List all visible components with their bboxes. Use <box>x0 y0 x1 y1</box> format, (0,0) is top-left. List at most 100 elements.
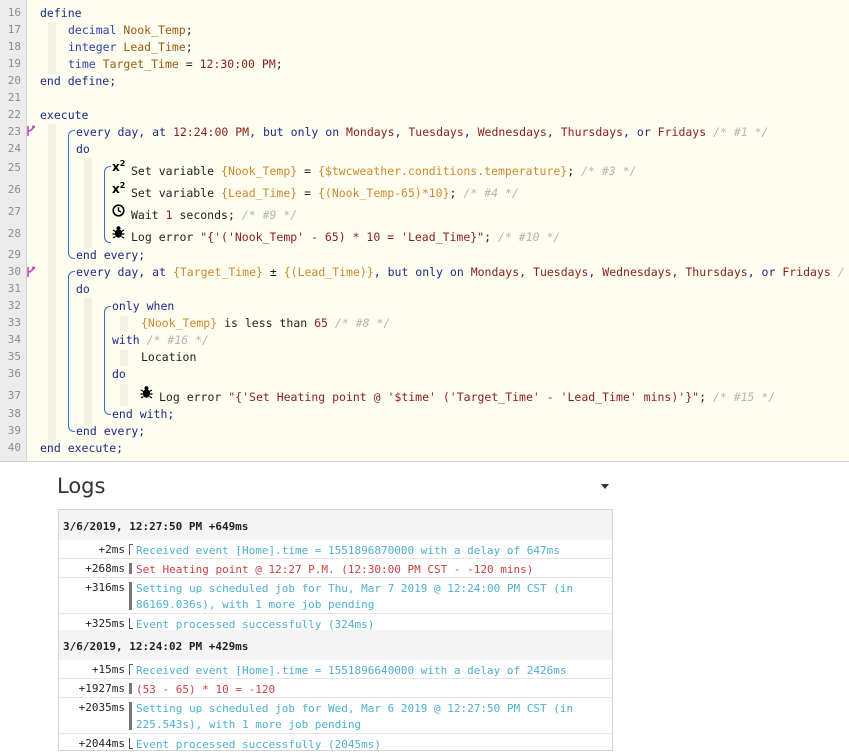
code-line[interactable]: only when <box>112 299 174 313</box>
code-line[interactable]: every day, at 12:24:00 PM, but only on M… <box>76 125 768 139</box>
log-delta: +316ms <box>85 581 125 594</box>
line-number: 40 <box>7 441 21 454</box>
log-delta: +2044ms <box>78 737 125 750</box>
line-number: 33 <box>7 316 21 329</box>
log-entry: +268ms Set Heating point @ 12:27 P.M. (1… <box>59 559 612 578</box>
log-message: Received event [Home].time = 15518968700… <box>136 544 560 557</box>
line-number: 27 <box>7 205 21 218</box>
line-number: 28 <box>7 227 21 240</box>
indent-guide <box>48 22 56 74</box>
chevron-down-icon[interactable] <box>601 484 609 489</box>
line-number: 26 <box>7 183 21 196</box>
line-number: 17 <box>7 23 21 36</box>
block-bracket <box>104 166 111 175</box>
log-start-marker-icon <box>129 544 133 555</box>
code-line[interactable]: do <box>112 367 126 381</box>
log-delta: +15ms <box>91 663 125 676</box>
code-line[interactable]: Set variable {Lead_Time} = {(Nook_Temp-6… <box>131 186 519 200</box>
code-line[interactable]: do <box>76 282 90 296</box>
log-entry: +2044ms Event processed successfully (20… <box>59 734 612 751</box>
bug-icon <box>112 226 125 239</box>
block-bracket <box>68 250 75 259</box>
line-number: 35 <box>7 350 21 363</box>
code-line[interactable]: execute <box>40 108 88 122</box>
line-number: 39 <box>7 424 21 437</box>
line-number: 16 <box>7 6 21 19</box>
variable-icon: x2 <box>112 159 126 174</box>
log-start-marker-icon <box>129 664 133 675</box>
block-bracket <box>68 271 75 280</box>
code-line[interactable]: end execute; <box>40 441 123 455</box>
log-group-header: 3/6/2019, 12:27:50 PM +649ms <box>59 510 612 541</box>
line-number: 21 <box>7 91 21 104</box>
block-bracket <box>104 306 111 315</box>
bug-icon <box>140 386 153 399</box>
code-editor[interactable]: 16 17 18 19 20 21 22 23 24 25 26 27 28 2… <box>0 0 849 462</box>
log-entry: +316ms Setting up scheduled job for Thu,… <box>59 578 612 614</box>
line-number: 18 <box>7 40 21 53</box>
log-delta: +268ms <box>85 562 125 575</box>
code-line[interactable]: end define; <box>40 74 116 88</box>
code-line[interactable]: Set variable {Nook_Temp} = {$twcweather.… <box>131 164 636 178</box>
log-bar-marker-icon <box>129 563 132 574</box>
code-line[interactable]: integer Lead_Time; <box>68 40 193 54</box>
logs-panel[interactable]: 3/6/2019, 12:27:50 PM +649ms +2ms Receiv… <box>58 509 613 751</box>
code-line[interactable]: do <box>76 142 90 156</box>
code-line[interactable]: every day, at {Target_Time} ± {(Lead_Tim… <box>76 265 845 279</box>
block-bracket <box>68 423 75 432</box>
log-message: Setting up scheduled job for Wed, Mar 6 … <box>136 702 580 731</box>
line-number: 19 <box>7 57 21 70</box>
block-bracket <box>68 138 69 250</box>
line-number: 25 <box>7 161 21 174</box>
code-line[interactable]: Wait 1 seconds; /* #9 */ <box>131 208 297 222</box>
line-number: 32 <box>7 299 21 312</box>
log-entry: +2035ms Setting up scheduled job for Wed… <box>59 698 612 734</box>
log-message: Event processed successfully (2045ms) <box>136 738 382 751</box>
logs-title: Logs <box>57 474 106 498</box>
code-line[interactable]: Log error "{'('Nook_Temp' - 65) * 10 = '… <box>131 230 560 244</box>
log-bar-marker-icon <box>129 702 132 730</box>
block-bracket <box>104 314 105 406</box>
code-line[interactable]: decimal Nook_Temp; <box>68 23 193 37</box>
log-end-marker-icon <box>129 738 133 749</box>
log-delta: +1927ms <box>78 682 125 695</box>
block-bracket <box>104 234 111 243</box>
log-delta: +325ms <box>85 617 125 630</box>
block-bracket <box>104 174 105 234</box>
code-line[interactable]: {Nook_Temp} is less than 65 /* #8 */ <box>141 316 390 330</box>
code-line[interactable]: end every; <box>76 248 145 262</box>
line-number-gutter: 16 17 18 19 20 21 22 23 24 25 26 27 28 2… <box>0 0 27 461</box>
log-bar-marker-icon <box>129 582 132 610</box>
indent-guide <box>48 124 56 454</box>
code-line[interactable]: Location <box>141 350 196 364</box>
block-bracket <box>68 130 75 139</box>
trigger-icon[interactable] <box>26 266 36 278</box>
line-number: 36 <box>7 367 21 380</box>
block-bracket <box>104 406 111 415</box>
trigger-icon[interactable] <box>26 125 36 137</box>
log-delta: +2ms <box>98 543 126 556</box>
clock-icon <box>112 204 125 217</box>
log-message: Setting up scheduled job for Thu, Mar 7 … <box>136 582 580 611</box>
variable-icon: x2 <box>112 181 126 196</box>
log-entry: +15ms Received event [Home].time = 15518… <box>59 660 612 679</box>
code-line[interactable]: Log error "{'Set Heating point @ '$time'… <box>159 390 775 404</box>
line-number: 31 <box>7 282 21 295</box>
line-number: 29 <box>7 248 21 261</box>
line-number: 38 <box>7 407 21 420</box>
code-line[interactable]: define <box>40 6 82 20</box>
block-bracket <box>68 279 69 423</box>
log-group-timestamp: 3/6/2019, 12:24:02 PM +429ms <box>63 640 249 653</box>
code-line[interactable]: time Target_Time = 12:30:00 PM; <box>68 57 283 71</box>
code-line[interactable]: end with; <box>112 407 174 421</box>
line-number: 30 <box>7 265 21 278</box>
log-end-marker-icon <box>129 618 133 629</box>
line-number: 24 <box>7 142 21 155</box>
line-number: 37 <box>7 389 21 402</box>
code-line[interactable]: with /* #16 */ <box>112 333 209 347</box>
line-number: 23 <box>7 125 21 138</box>
log-group-timestamp: 3/6/2019, 12:27:50 PM +649ms <box>63 520 249 533</box>
code-line[interactable]: end every; <box>76 424 145 438</box>
log-group-header: 3/6/2019, 12:24:02 PM +429ms <box>59 630 612 661</box>
log-message: Set Heating point @ 12:27 P.M. (12:30:00… <box>136 563 534 576</box>
